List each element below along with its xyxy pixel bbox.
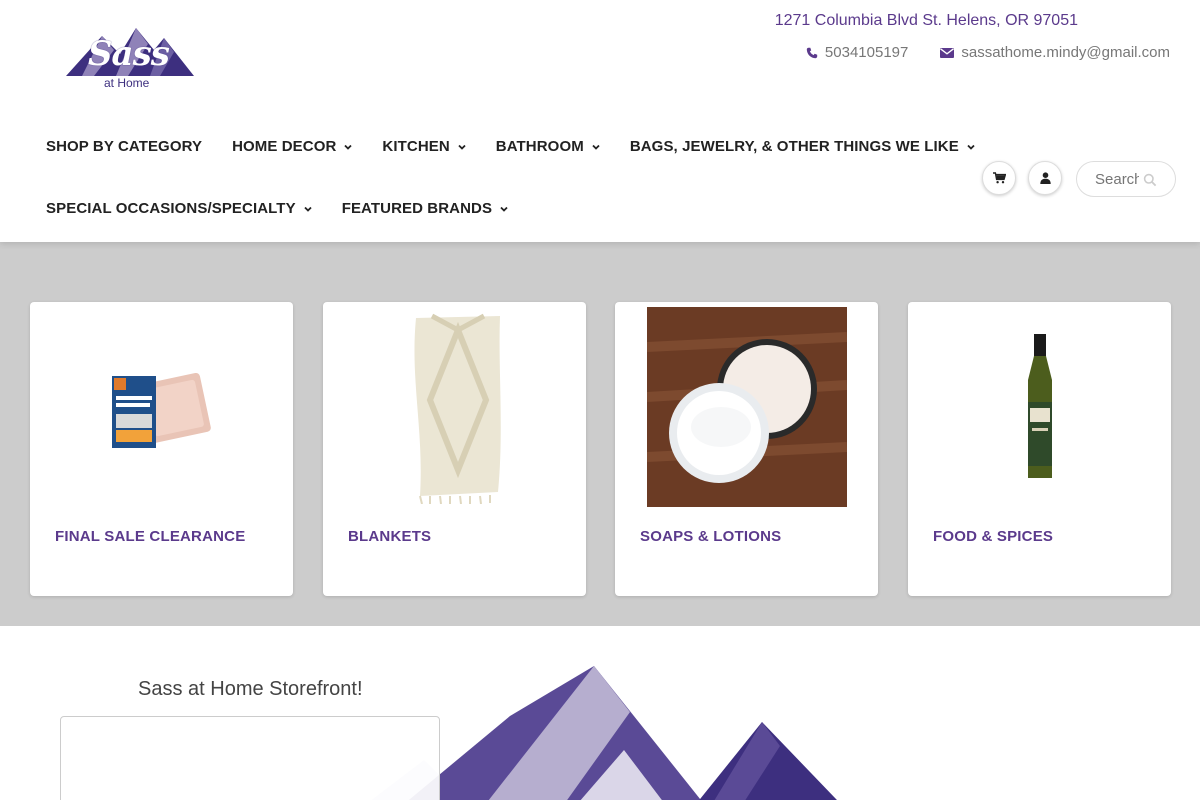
category-band: FINAL SALE CLEARANCE BLANKETS SOAPS & LO… bbox=[0, 242, 1200, 626]
nav-bags-jewelry[interactable]: BAGS, JEWELRY, & OTHER THINGS WE LIKE bbox=[630, 138, 975, 155]
nav-special-occasions[interactable]: SPECIAL OCCASIONS/SPECIALTY bbox=[46, 200, 312, 217]
category-card-final-sale[interactable]: FINAL SALE CLEARANCE bbox=[30, 302, 293, 596]
olive-oil-bottle-product-image bbox=[1027, 334, 1052, 478]
user-icon bbox=[1039, 172, 1051, 184]
chevron-down-icon bbox=[967, 144, 975, 150]
chevron-down-icon bbox=[592, 144, 600, 150]
storefront-card bbox=[60, 716, 440, 800]
category-image bbox=[30, 307, 293, 507]
category-card-food-spices[interactable]: FOOD & SPICES bbox=[908, 302, 1171, 596]
search-icon[interactable] bbox=[1143, 173, 1157, 187]
chevron-down-icon bbox=[458, 144, 466, 150]
cart-button[interactable] bbox=[982, 161, 1016, 195]
storefront-section: Sass at Home Storefront! bbox=[0, 626, 1200, 800]
category-label: FINAL SALE CLEARANCE bbox=[55, 528, 246, 545]
nav-label: HOME DECOR bbox=[232, 138, 337, 155]
nav-label: FEATURED BRANDS bbox=[341, 200, 493, 217]
nav-bathroom[interactable]: BATHROOM bbox=[496, 138, 600, 155]
category-label: SOAPS & LOTIONS bbox=[640, 528, 782, 545]
soap-bar-product-image bbox=[111, 372, 211, 448]
search-box[interactable] bbox=[1076, 161, 1176, 197]
chevron-down-icon bbox=[500, 206, 508, 212]
category-label: FOOD & SPICES bbox=[933, 528, 1054, 545]
account-button[interactable] bbox=[1028, 161, 1062, 195]
chevron-down-icon bbox=[344, 144, 353, 150]
phone-number: 5034105197 bbox=[824, 44, 909, 61]
nav-label: BATHROOM bbox=[495, 138, 584, 155]
nav-shop-by-category[interactable]: SHOP BY CATEGORY bbox=[46, 138, 202, 155]
contact-row: 5034105197 sassathome.mindy@gmail.com bbox=[806, 44, 1170, 61]
category-image bbox=[615, 307, 878, 507]
logo-wordmark: Sass bbox=[88, 34, 170, 74]
nav-label: KITCHEN bbox=[382, 138, 450, 155]
phone-icon bbox=[806, 47, 818, 58]
logo-tagline: at Home bbox=[104, 76, 150, 90]
envelope-icon bbox=[940, 47, 955, 58]
nav-label: SHOP BY CATEGORY bbox=[46, 138, 203, 155]
cream-blanket-product-image bbox=[413, 313, 501, 504]
email-address: sassathome.mindy@gmail.com bbox=[961, 44, 1170, 61]
lotion-jars-product-image bbox=[646, 307, 847, 507]
shopping-cart-icon bbox=[992, 172, 1006, 184]
store-address[interactable]: 1271 Columbia Blvd St. Helens, OR 97051 bbox=[775, 12, 1078, 30]
nav-label: BAGS, JEWELRY, & OTHER THINGS WE LIKE bbox=[629, 138, 959, 155]
category-label: BLANKETS bbox=[348, 528, 432, 545]
category-image bbox=[323, 307, 586, 507]
category-card-soaps-lotions[interactable]: SOAPS & LOTIONS bbox=[615, 302, 878, 596]
nav-featured-brands[interactable]: FEATURED BRANDS bbox=[342, 200, 508, 217]
email-link[interactable]: sassathome.mindy@gmail.com bbox=[940, 44, 1170, 61]
storefront-title: Sass at Home Storefront! bbox=[138, 678, 363, 700]
site-header: Sass at Home 1271 Columbia Blvd St. Hele… bbox=[0, 0, 1200, 242]
category-image bbox=[908, 307, 1171, 507]
nav-home-decor[interactable]: HOME DECOR bbox=[232, 138, 353, 155]
main-nav-row-2: SPECIAL OCCASIONS/SPECIALTY FEATURED BRA… bbox=[46, 200, 538, 217]
category-card-blankets[interactable]: BLANKETS bbox=[323, 302, 586, 596]
search-input[interactable] bbox=[1095, 170, 1139, 188]
nav-label: SPECIAL OCCASIONS/SPECIALTY bbox=[46, 200, 296, 217]
chevron-down-icon bbox=[304, 206, 312, 212]
phone-link[interactable]: 5034105197 bbox=[806, 44, 908, 61]
nav-kitchen[interactable]: KITCHEN bbox=[382, 138, 466, 155]
main-nav-row-1: SHOP BY CATEGORY HOME DECOR KITCHEN BATH… bbox=[46, 138, 1005, 155]
